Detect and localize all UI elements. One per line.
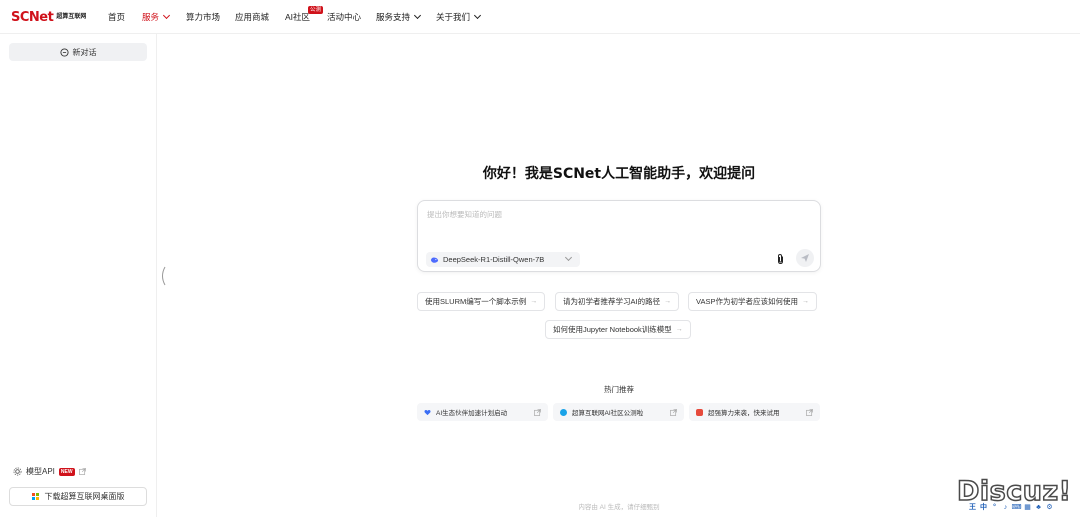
paperclip-icon[interactable] [776, 253, 785, 265]
model-api-label: 模型API [26, 467, 55, 476]
hot-item[interactable]: AI生态伙伴加速计划启动 [417, 403, 548, 421]
external-link-icon [78, 468, 86, 475]
question-input[interactable] [427, 210, 807, 219]
nav-app-store[interactable]: 应用商城 [235, 11, 269, 23]
chevron-down-icon [564, 253, 573, 262]
ime-tool-icon[interactable]: ⚙ [1045, 502, 1054, 512]
hot-item[interactable]: 超强算力来袭，快来试用 [689, 403, 820, 421]
ime-tool-icon[interactable]: ⌨ [1011, 502, 1021, 512]
new-badge: NEW [58, 467, 75, 476]
nav-ai-community[interactable]: AI社区 公测 [285, 6, 324, 23]
arrow-right-icon: → [801, 298, 809, 305]
suggestion-chip[interactable]: 如何使用Jupyter Notebook训练模型 → [545, 320, 691, 339]
ime-tool-icon[interactable]: ♪ [1001, 502, 1010, 512]
external-link-icon [534, 408, 541, 416]
ime-tool-icon[interactable]: ° [990, 502, 999, 512]
sidebar-collapse-handle[interactable] [160, 266, 166, 286]
arrow-right-icon: → [664, 298, 672, 305]
nav-events[interactable]: 活动中心 [327, 11, 361, 23]
heart-icon [424, 409, 431, 415]
nav-compute-market[interactable]: 算力市场 [186, 11, 220, 23]
model-name: DeepSeek-R1-Distill-Qwen-7B [443, 255, 545, 264]
nav-about[interactable]: 关于我们 [436, 11, 482, 23]
new-chat-label: 新对话 [72, 47, 97, 57]
top-nav: SCNet 超算互联网 首页 服务 算力市场 应用商城 AI社区 公测 活动中心 … [0, 0, 1080, 34]
nav-home[interactable]: 首页 [108, 11, 125, 23]
logo-subtitle: 超算互联网 [56, 14, 87, 20]
send-icon [801, 254, 809, 262]
beta-badge: 公测 [308, 6, 324, 14]
welcome-heading: 你好！我是SCNet人工智能助手，欢迎提问 [482, 166, 756, 182]
chevron-down-icon [413, 11, 422, 20]
new-chat-button[interactable]: 新对话 [9, 43, 147, 61]
windows-icon [31, 493, 39, 500]
sidebar: 新对话 模型API NEW 下载超算互联网桌面版 [0, 34, 157, 517]
ime-tool-icon[interactable]: ▦ [1023, 502, 1032, 512]
scnet-logo[interactable]: SCNet 超算互联网 [11, 9, 86, 25]
download-label: 下载超算互联网桌面版 [44, 492, 125, 501]
external-link-icon [806, 408, 813, 416]
ai-disclaimer: 内容由 AI 生成，请仔细甄别 [578, 504, 660, 511]
suggestion-chip[interactable]: 请为初学者推荐学习AI的路径 → [555, 292, 680, 311]
nav-services[interactable]: 服务 [142, 11, 171, 23]
ime-tool-icon[interactable]: 王 [968, 502, 977, 512]
gear-icon [13, 467, 22, 476]
suggestion-chip[interactable]: VASP作为初学者应该如何使用 → [688, 292, 817, 311]
send-button[interactable] [796, 249, 814, 267]
chat-input-box: DeepSeek-R1-Distill-Qwen-7B [417, 200, 821, 272]
ime-toolbar: 王 中 ° ♪ ⌨ ▦ ♣ ⚙ [968, 502, 1054, 512]
chevron-down-icon [473, 11, 482, 20]
model-selector[interactable]: DeepSeek-R1-Distill-Qwen-7B [426, 252, 580, 267]
arrow-right-icon: → [675, 326, 683, 333]
chevron-down-icon [162, 11, 171, 20]
hot-recommend-title: 热门推荐 [604, 385, 634, 394]
model-api-link[interactable]: 模型API NEW [13, 466, 86, 477]
community-icon [560, 408, 567, 416]
external-link-icon [670, 408, 677, 416]
suggestion-chip[interactable]: 使用SLURM编写一个脚本示例 → [417, 292, 546, 311]
ime-tool-icon[interactable]: 中 [979, 502, 988, 512]
arrow-right-icon: → [530, 298, 538, 305]
deepseek-whale-icon [430, 257, 439, 263]
nav-support[interactable]: 服务支持 [376, 11, 422, 23]
download-desktop-button[interactable]: 下载超算互联网桌面版 [9, 487, 147, 506]
hot-item[interactable]: 超算互联网AI社区公测啦 [553, 403, 684, 421]
ime-tool-icon[interactable]: ♣ [1034, 502, 1043, 512]
logo-text: SCNet [11, 9, 54, 25]
gift-icon [696, 408, 703, 416]
chat-bubble-icon [59, 47, 69, 57]
